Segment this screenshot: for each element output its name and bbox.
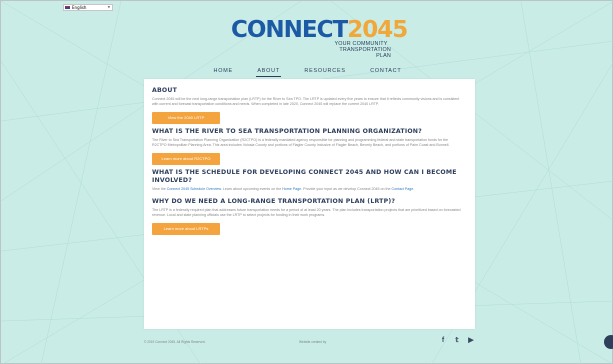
about-text: Connect 2045 will be the next long-range… [152,97,460,106]
schedule-heading: What is the schedule for developing Conn… [152,169,457,184]
site-footer: © 2019 Connect 2045. All Rights Reserved… [144,335,475,347]
schedule-text: View the Connect 2045 Schedule Overview.… [152,187,415,191]
schedule-overview-link[interactable]: Connect 2045 Schedule Overview [167,187,221,191]
flag-icon [65,6,70,9]
main-nav: Home About Resources Contact [1,59,613,77]
about-section: About Connect 2045 will be the next long… [152,87,467,124]
tpo-section: What is the River to Sea Transportation … [152,128,467,165]
content-card: About Connect 2045 will be the next long… [144,79,475,329]
why-section: Why do we need a long-range transportati… [152,198,467,235]
copyright-text: © 2019 Connect 2045. All Rights Reserved… [144,340,206,344]
tpo-text: The River to Sea Transportation Planning… [152,138,450,147]
logo-tagline: Your Community Transportation Plan [334,41,391,59]
nav-home[interactable]: Home [213,66,234,76]
about-heading: About [152,87,178,94]
nav-contact[interactable]: Contact [369,66,402,76]
tpo-heading: What is the River to Sea Transportation … [152,128,422,135]
learn-more-r2ctpo-button[interactable]: Learn more about R2CTPO [152,153,220,165]
home-page-link[interactable]: Home Page [282,187,301,191]
facebook-icon[interactable]: f [439,337,447,345]
social-links: f 𝕥 ▶ [439,337,475,345]
why-heading: Why do we need a long-range transportati… [152,198,396,205]
twitter-icon[interactable]: 𝕥 [453,337,461,345]
why-text: The LRTP is a federally required plan th… [152,208,461,217]
language-select[interactable]: English ▼ [63,4,113,11]
logo-wordmark: CONNECT2045 [231,17,408,43]
site-logo[interactable]: CONNECT2045 Your Community Transportatio… [231,15,408,61]
contact-page-link[interactable]: Contact Page [392,187,414,191]
nav-about[interactable]: About [256,66,281,77]
youtube-icon[interactable]: ▶ [467,337,475,345]
learn-more-lrtps-button[interactable]: Learn more about LRTPs [152,223,220,235]
view-2040-lrtp-button[interactable]: View the 2040 LRTP [152,112,220,124]
chevron-down-icon: ▼ [107,5,110,9]
language-label: English [72,5,87,10]
accessibility-icon[interactable] [604,335,613,349]
schedule-section: What is the schedule for developing Conn… [152,169,467,192]
nav-resources[interactable]: Resources [303,66,346,76]
credit-text: Website created by [299,340,327,344]
